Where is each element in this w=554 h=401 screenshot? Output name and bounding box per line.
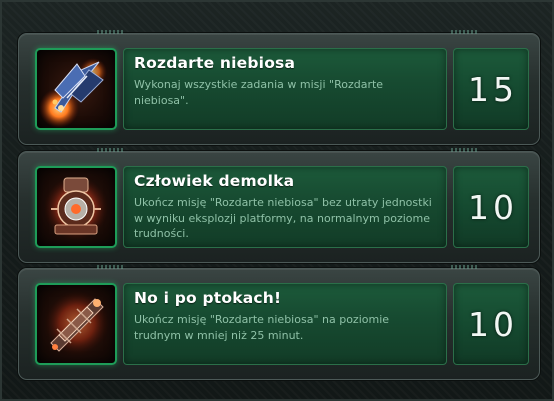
achievement-card[interactable]: Człowiek demolka Ukończ misję "Rozdarte …	[18, 148, 540, 263]
achievement-title: Człowiek demolka	[134, 172, 295, 190]
platform-reactor-icon	[35, 166, 117, 248]
battlecruiser-icon	[35, 48, 117, 130]
achievement-title: No i po ptokach!	[134, 289, 282, 307]
achievement-description: Wykonaj wszystkie zadania w misji "Rozda…	[134, 78, 384, 107]
achievement-points: 10	[468, 304, 518, 344]
achievement-points: 15	[468, 69, 518, 109]
achievement-text-panel: No i po ptokach! Ukończ misję "Rozdarte …	[123, 283, 447, 365]
achievement-card[interactable]: No i po ptokach! Ukończ misję "Rozdarte …	[18, 265, 540, 380]
achievement-text-panel: Człowiek demolka Ukończ misję "Rozdarte …	[123, 166, 447, 248]
achievement-title: Rozdarte niebiosa	[134, 54, 296, 72]
achievement-points-panel: 10	[453, 166, 529, 248]
achievements-window: Rozdarte niebiosa Wykonaj wszystkie zada…	[0, 0, 554, 401]
achievement-points-panel: 10	[453, 283, 529, 365]
wrecked-ship-icon	[35, 283, 117, 365]
achievement-description: Ukończ misję "Rozdarte niebiosa" na pozi…	[134, 313, 390, 342]
achievement-points-panel: 15	[453, 48, 529, 130]
achievement-text-panel: Rozdarte niebiosa Wykonaj wszystkie zada…	[123, 48, 447, 130]
achievement-card[interactable]: Rozdarte niebiosa Wykonaj wszystkie zada…	[18, 30, 540, 145]
achievement-points: 10	[468, 187, 518, 227]
achievement-description: Ukończ misję "Rozdarte niebiosa" bez utr…	[134, 196, 432, 240]
